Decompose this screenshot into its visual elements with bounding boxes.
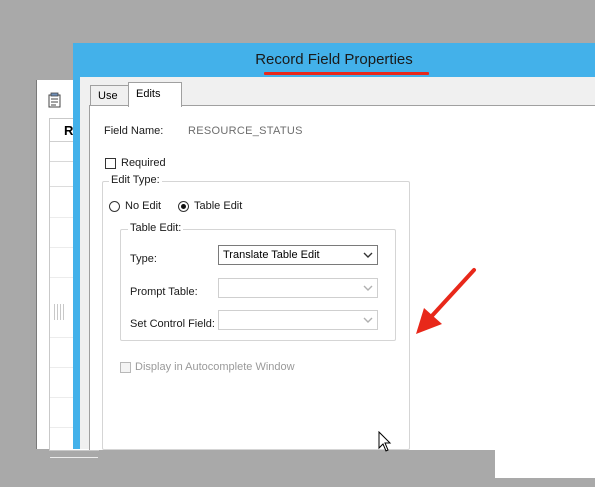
tab-edits[interactable]: Edits	[128, 82, 182, 107]
tab-use-label: Use	[98, 90, 118, 102]
type-select[interactable]: Translate Table Edit	[218, 245, 378, 265]
edits-tab-panel: Field Name: RESOURCE_STATUS Required Edi…	[89, 105, 595, 478]
title-bar[interactable]: Record Field Properties	[73, 43, 595, 77]
dialog-title: Record Field Properties	[255, 51, 413, 68]
prompt-table-select[interactable]	[218, 278, 378, 298]
grip-handle	[54, 304, 66, 320]
set-control-field-label: Set Control Field:	[130, 318, 215, 330]
autocomplete-label[interactable]: Display in Autocomplete Window	[135, 361, 295, 373]
field-name-value: RESOURCE_STATUS	[188, 125, 303, 137]
annotation-arrow-icon	[416, 268, 476, 334]
table-edit-legend: Table Edit:	[128, 222, 184, 234]
dialog-client: Use Edits Field Name: RESOURCE_STATUS Re…	[80, 77, 595, 478]
mouse-cursor-icon	[378, 431, 392, 452]
chevron-down-icon	[363, 285, 373, 291]
table-edit-radio[interactable]	[178, 201, 189, 212]
panel-right-area	[495, 106, 595, 478]
required-label[interactable]: Required	[121, 157, 166, 169]
tab-use[interactable]: Use	[90, 85, 130, 106]
background-header-label: R	[64, 123, 74, 138]
type-select-value: Translate Table Edit	[223, 249, 320, 261]
title-annotation-underline	[264, 72, 429, 75]
no-edit-label[interactable]: No Edit	[125, 200, 161, 212]
record-icon	[48, 92, 61, 108]
field-name-label: Field Name:	[104, 125, 164, 137]
no-edit-radio[interactable]	[109, 201, 120, 212]
record-field-properties-dialog: Record Field Properties Use Edits Field …	[73, 43, 595, 478]
table-edit-label[interactable]: Table Edit	[194, 200, 242, 212]
required-checkbox[interactable]	[105, 158, 116, 169]
tab-edits-label: Edits	[136, 88, 161, 100]
chevron-down-icon	[363, 317, 373, 323]
autocomplete-checkbox[interactable]	[120, 362, 131, 373]
type-label: Type:	[130, 253, 157, 265]
chevron-down-icon	[363, 252, 373, 258]
edit-type-legend: Edit Type:	[109, 174, 162, 186]
set-control-field-select[interactable]	[218, 310, 378, 330]
prompt-table-label: Prompt Table:	[130, 286, 198, 298]
